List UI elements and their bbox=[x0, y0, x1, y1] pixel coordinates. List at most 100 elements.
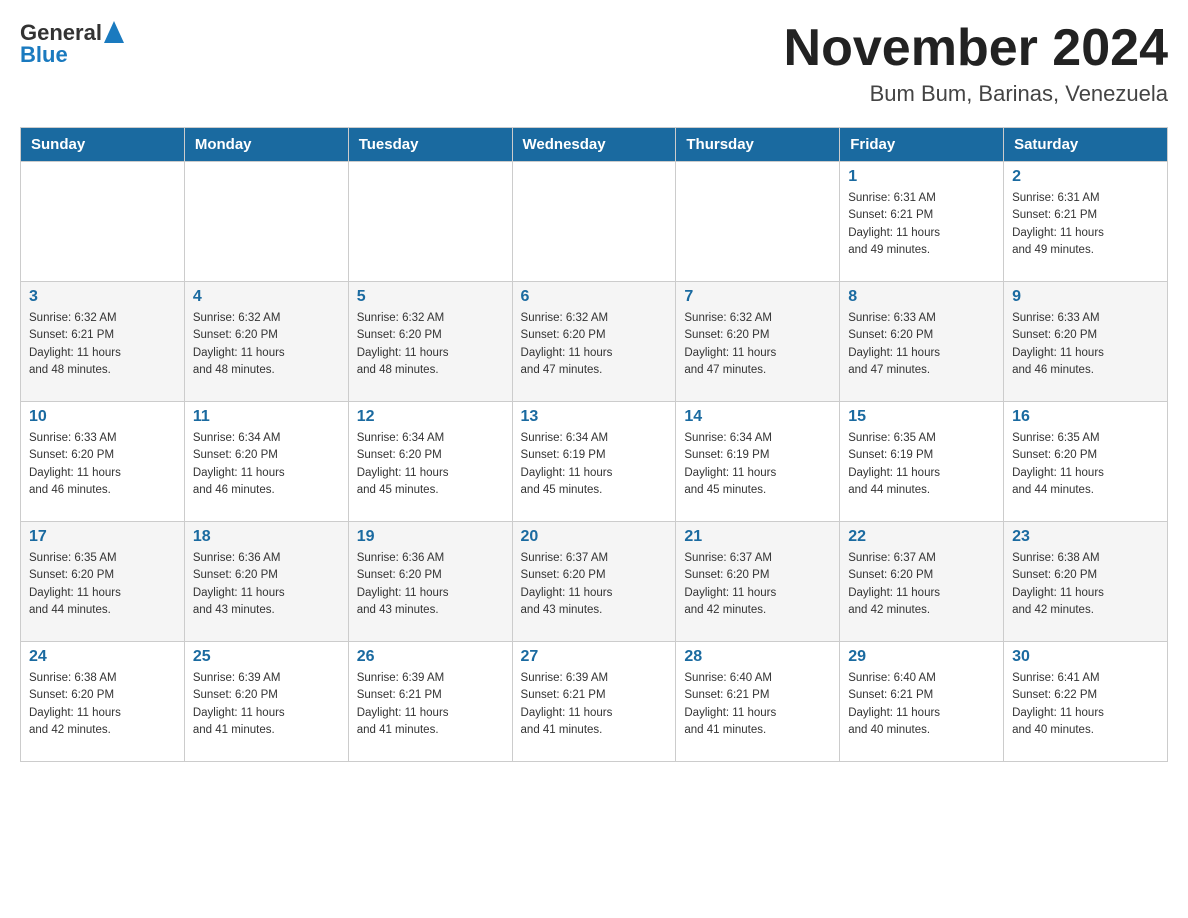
day-number: 9 bbox=[1012, 288, 1159, 306]
day-info: Sunrise: 6:35 AM Sunset: 6:20 PM Dayligh… bbox=[1012, 430, 1159, 499]
day-number: 24 bbox=[29, 648, 176, 666]
month-title: November 2024 bbox=[784, 20, 1168, 77]
calendar-week-2: 3 Sunrise: 6:32 AM Sunset: 6:21 PM Daylig… bbox=[21, 282, 1168, 402]
calendar-cell: 15 Sunrise: 6:35 AM Sunset: 6:19 PM Dayli… bbox=[840, 402, 1004, 522]
calendar-cell: 18 Sunrise: 6:36 AM Sunset: 6:20 PM Dayli… bbox=[184, 522, 348, 642]
day-number: 30 bbox=[1012, 648, 1159, 666]
day-header-thursday: Thursday bbox=[676, 128, 840, 162]
day-number: 2 bbox=[1012, 168, 1159, 186]
calendar-cell: 29 Sunrise: 6:40 AM Sunset: 6:21 PM Dayli… bbox=[840, 642, 1004, 762]
day-number: 27 bbox=[521, 648, 668, 666]
logo-blue-text: Blue bbox=[20, 42, 68, 68]
day-info: Sunrise: 6:37 AM Sunset: 6:20 PM Dayligh… bbox=[848, 550, 995, 619]
day-info: Sunrise: 6:32 AM Sunset: 6:21 PM Dayligh… bbox=[29, 310, 176, 379]
calendar-cell: 4 Sunrise: 6:32 AM Sunset: 6:20 PM Daylig… bbox=[184, 282, 348, 402]
day-info: Sunrise: 6:38 AM Sunset: 6:20 PM Dayligh… bbox=[29, 670, 176, 739]
calendar-cell: 28 Sunrise: 6:40 AM Sunset: 6:21 PM Dayli… bbox=[676, 642, 840, 762]
day-number: 3 bbox=[29, 288, 176, 306]
day-number: 7 bbox=[684, 288, 831, 306]
day-info: Sunrise: 6:40 AM Sunset: 6:21 PM Dayligh… bbox=[848, 670, 995, 739]
calendar-cell bbox=[21, 162, 185, 282]
day-number: 21 bbox=[684, 528, 831, 546]
calendar-cell: 13 Sunrise: 6:34 AM Sunset: 6:19 PM Dayli… bbox=[512, 402, 676, 522]
day-number: 4 bbox=[193, 288, 340, 306]
calendar-cell bbox=[676, 162, 840, 282]
calendar-cell: 21 Sunrise: 6:37 AM Sunset: 6:20 PM Dayli… bbox=[676, 522, 840, 642]
day-number: 15 bbox=[848, 408, 995, 426]
logo-triangle-icon bbox=[104, 21, 124, 43]
day-number: 26 bbox=[357, 648, 504, 666]
calendar-cell: 23Sunrise: 6:38 AM Sunset: 6:20 PM Dayli… bbox=[1004, 522, 1168, 642]
day-info: Sunrise: 6:31 AM Sunset: 6:21 PM Dayligh… bbox=[848, 190, 995, 259]
day-number: 6 bbox=[521, 288, 668, 306]
day-info: Sunrise: 6:34 AM Sunset: 6:19 PM Dayligh… bbox=[521, 430, 668, 499]
day-info: Sunrise: 6:31 AM Sunset: 6:21 PM Dayligh… bbox=[1012, 190, 1159, 259]
day-number: 29 bbox=[848, 648, 995, 666]
day-number: 18 bbox=[193, 528, 340, 546]
calendar-cell: 20 Sunrise: 6:37 AM Sunset: 6:20 PM Dayli… bbox=[512, 522, 676, 642]
calendar-cell: 27 Sunrise: 6:39 AM Sunset: 6:21 PM Dayli… bbox=[512, 642, 676, 762]
calendar-cell: 11 Sunrise: 6:34 AM Sunset: 6:20 PM Dayli… bbox=[184, 402, 348, 522]
calendar-cell: 24 Sunrise: 6:38 AM Sunset: 6:20 PM Dayli… bbox=[21, 642, 185, 762]
calendar-cell: 25Sunrise: 6:39 AM Sunset: 6:20 PM Dayli… bbox=[184, 642, 348, 762]
title-section: November 2024 Bum Bum, Barinas, Venezuel… bbox=[784, 20, 1168, 107]
day-header-monday: Monday bbox=[184, 128, 348, 162]
day-info: Sunrise: 6:37 AM Sunset: 6:20 PM Dayligh… bbox=[521, 550, 668, 619]
calendar-cell: 17 Sunrise: 6:35 AM Sunset: 6:20 PM Dayli… bbox=[21, 522, 185, 642]
day-info: Sunrise: 6:33 AM Sunset: 6:20 PM Dayligh… bbox=[1012, 310, 1159, 379]
day-info: Sunrise: 6:35 AM Sunset: 6:19 PM Dayligh… bbox=[848, 430, 995, 499]
day-info: Sunrise: 6:34 AM Sunset: 6:20 PM Dayligh… bbox=[193, 430, 340, 499]
location-title: Bum Bum, Barinas, Venezuela bbox=[784, 81, 1168, 107]
calendar-cell: 1 Sunrise: 6:31 AM Sunset: 6:21 PM Daylig… bbox=[840, 162, 1004, 282]
day-info: Sunrise: 6:34 AM Sunset: 6:20 PM Dayligh… bbox=[357, 430, 504, 499]
day-number: 13 bbox=[521, 408, 668, 426]
calendar-cell: 10Sunrise: 6:33 AM Sunset: 6:20 PM Dayli… bbox=[21, 402, 185, 522]
calendar-week-4: 17 Sunrise: 6:35 AM Sunset: 6:20 PM Dayli… bbox=[21, 522, 1168, 642]
day-info: Sunrise: 6:41 AM Sunset: 6:22 PM Dayligh… bbox=[1012, 670, 1159, 739]
day-info: Sunrise: 6:32 AM Sunset: 6:20 PM Dayligh… bbox=[193, 310, 340, 379]
day-number: 17 bbox=[29, 528, 176, 546]
day-number: 16 bbox=[1012, 408, 1159, 426]
calendar-cell: 3 Sunrise: 6:32 AM Sunset: 6:21 PM Daylig… bbox=[21, 282, 185, 402]
day-info: Sunrise: 6:35 AM Sunset: 6:20 PM Dayligh… bbox=[29, 550, 176, 619]
day-info: Sunrise: 6:39 AM Sunset: 6:21 PM Dayligh… bbox=[521, 670, 668, 739]
day-info: Sunrise: 6:36 AM Sunset: 6:20 PM Dayligh… bbox=[357, 550, 504, 619]
page-header: General Blue November 2024 Bum Bum, Bari… bbox=[20, 20, 1168, 107]
calendar-cell bbox=[184, 162, 348, 282]
day-info: Sunrise: 6:33 AM Sunset: 6:20 PM Dayligh… bbox=[29, 430, 176, 499]
calendar-cell: 30 Sunrise: 6:41 AM Sunset: 6:22 PM Dayli… bbox=[1004, 642, 1168, 762]
logo: General Blue bbox=[20, 20, 124, 68]
day-number: 8 bbox=[848, 288, 995, 306]
day-number: 1 bbox=[848, 168, 995, 186]
day-header-saturday: Saturday bbox=[1004, 128, 1168, 162]
day-info: Sunrise: 6:34 AM Sunset: 6:19 PM Dayligh… bbox=[684, 430, 831, 499]
day-info: Sunrise: 6:38 AM Sunset: 6:20 PM Dayligh… bbox=[1012, 550, 1159, 619]
day-number: 12 bbox=[357, 408, 504, 426]
logo-inner: General Blue bbox=[20, 20, 124, 68]
day-info: Sunrise: 6:40 AM Sunset: 6:21 PM Dayligh… bbox=[684, 670, 831, 739]
calendar-cell: 6 Sunrise: 6:32 AM Sunset: 6:20 PM Daylig… bbox=[512, 282, 676, 402]
calendar-cell: 12 Sunrise: 6:34 AM Sunset: 6:20 PM Dayli… bbox=[348, 402, 512, 522]
day-info: Sunrise: 6:37 AM Sunset: 6:20 PM Dayligh… bbox=[684, 550, 831, 619]
day-info: Sunrise: 6:36 AM Sunset: 6:20 PM Dayligh… bbox=[193, 550, 340, 619]
calendar-cell bbox=[512, 162, 676, 282]
calendar-cell: 5Sunrise: 6:32 AM Sunset: 6:20 PM Daylig… bbox=[348, 282, 512, 402]
calendar-cell: 16 Sunrise: 6:35 AM Sunset: 6:20 PM Dayli… bbox=[1004, 402, 1168, 522]
calendar-cell: 7Sunrise: 6:32 AM Sunset: 6:20 PM Daylig… bbox=[676, 282, 840, 402]
day-number: 28 bbox=[684, 648, 831, 666]
day-info: Sunrise: 6:32 AM Sunset: 6:20 PM Dayligh… bbox=[521, 310, 668, 379]
calendar-cell: 26Sunrise: 6:39 AM Sunset: 6:21 PM Dayli… bbox=[348, 642, 512, 762]
day-number: 25 bbox=[193, 648, 340, 666]
day-number: 11 bbox=[193, 408, 340, 426]
calendar-header-row: SundayMondayTuesdayWednesdayThursdayFrid… bbox=[21, 128, 1168, 162]
day-header-wednesday: Wednesday bbox=[512, 128, 676, 162]
calendar-cell: 8Sunrise: 6:33 AM Sunset: 6:20 PM Daylig… bbox=[840, 282, 1004, 402]
day-header-friday: Friday bbox=[840, 128, 1004, 162]
calendar-cell: 2 Sunrise: 6:31 AM Sunset: 6:21 PM Daylig… bbox=[1004, 162, 1168, 282]
day-number: 20 bbox=[521, 528, 668, 546]
calendar-cell: 14Sunrise: 6:34 AM Sunset: 6:19 PM Dayli… bbox=[676, 402, 840, 522]
calendar-cell: 9 Sunrise: 6:33 AM Sunset: 6:20 PM Daylig… bbox=[1004, 282, 1168, 402]
day-number: 5 bbox=[357, 288, 504, 306]
day-header-sunday: Sunday bbox=[21, 128, 185, 162]
calendar-week-5: 24 Sunrise: 6:38 AM Sunset: 6:20 PM Dayli… bbox=[21, 642, 1168, 762]
